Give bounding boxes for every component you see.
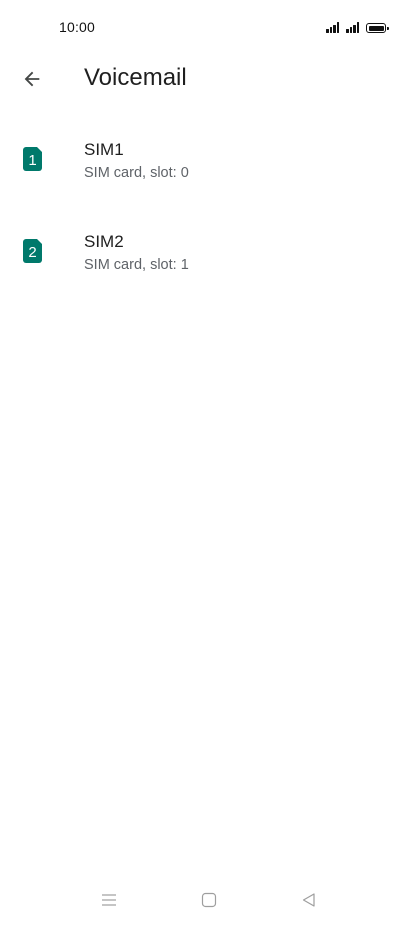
nav-bar (0, 872, 418, 928)
sim-list: 1 SIM1 SIM card, slot: 0 2 SIM2 SIM card… (0, 124, 418, 308)
signal-2-icon (346, 22, 359, 33)
battery-icon (366, 23, 389, 33)
back-triangle-icon (302, 893, 315, 907)
status-icons (326, 22, 389, 33)
sim-subtitle: SIM card, slot: 1 (84, 257, 189, 273)
sim-card-1-icon: 1 (23, 147, 42, 171)
sim-badge-number: 1 (28, 152, 36, 169)
sim-item-2[interactable]: 2 SIM2 SIM card, slot: 1 (0, 216, 418, 308)
back-button[interactable] (18, 65, 46, 93)
page-title: Voicemail (84, 64, 187, 91)
status-time: 10:00 (59, 19, 96, 35)
sim-name: SIM2 (84, 232, 124, 251)
sim-subtitle: SIM card, slot: 0 (84, 165, 189, 181)
arrow-left-icon (24, 71, 40, 87)
sim-item-1[interactable]: 1 SIM1 SIM card, slot: 0 (0, 124, 418, 216)
recents-button[interactable] (95, 886, 123, 914)
signal-1-icon (326, 22, 339, 33)
status-bar: 10:00 (0, 0, 418, 56)
app-bar: Voicemail (0, 56, 418, 102)
sim-card-2-icon: 2 (23, 239, 42, 263)
sim-name: SIM1 (84, 140, 124, 159)
home-icon (201, 892, 217, 908)
back-nav-button[interactable] (295, 886, 323, 914)
home-button[interactable] (195, 886, 223, 914)
menu-icon (102, 894, 116, 906)
sim-texts: SIM2 SIM card, slot: 1 (84, 230, 189, 276)
screen: 10:00 Voicemail 1 SIM1 SIM card, slot: 0… (0, 0, 418, 928)
sim-texts: SIM1 SIM card, slot: 0 (84, 138, 189, 184)
sim-badge-number: 2 (28, 244, 36, 261)
